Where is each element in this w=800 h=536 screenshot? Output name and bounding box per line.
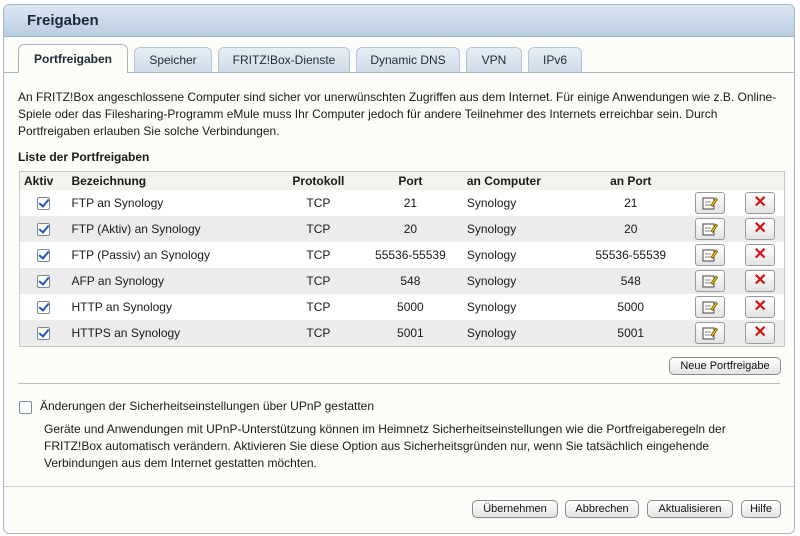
port-forwarding-table: Aktiv Bezeichnung Protokoll Port an Comp… <box>19 171 785 347</box>
page-title: Freigaben <box>27 12 99 29</box>
title-bar: Freigaben <box>4 5 794 37</box>
row-port: 5000 <box>357 294 463 320</box>
row-to-port: 5001 <box>578 320 684 346</box>
row-computer: Synology <box>462 216 579 242</box>
edit-button[interactable] <box>694 296 725 318</box>
tab-dynamic-dns[interactable]: Dynamic DNS <box>356 47 460 72</box>
edit-icon <box>702 223 718 236</box>
delete-icon: ✕ <box>753 298 767 315</box>
upnp-label[interactable]: Änderungen der Sicherheitseinstellungen … <box>40 399 374 413</box>
edit-icon <box>702 197 718 210</box>
intro-text: An FRITZ!Box angeschlossene Computer sin… <box>18 90 777 138</box>
table-row: HTTP an Synology TCP 5000 Synology 5000 … <box>19 294 785 320</box>
row-name: FTP an Synology <box>67 190 279 216</box>
row-name: HTTP an Synology <box>67 294 279 320</box>
edit-button[interactable] <box>694 244 725 266</box>
delete-button[interactable]: ✕ <box>745 296 776 318</box>
delete-button[interactable]: ✕ <box>745 218 776 240</box>
upnp-description: Geräte und Anwendungen mit UPnP-Unterstü… <box>44 422 726 470</box>
row-to-port: 5000 <box>578 294 684 320</box>
col-aktiv: Aktiv <box>19 171 68 190</box>
new-port-forwarding-button[interactable]: Neue Portfreigabe <box>669 357 781 375</box>
table-row: FTP (Passiv) an Synology TCP 55536-55539… <box>19 242 785 268</box>
delete-button[interactable]: ✕ <box>745 192 776 214</box>
row-computer: Synology <box>462 320 579 346</box>
row-to-port: 21 <box>578 190 684 216</box>
tab-fritzbox-dienste[interactable]: FRITZ!Box-Dienste <box>218 47 350 72</box>
tab-ipv6[interactable]: IPv6 <box>528 47 582 72</box>
row-name: FTP (Passiv) an Synology <box>67 242 279 268</box>
tab-speicher[interactable]: Speicher <box>134 47 212 72</box>
col-bezeichnung: Bezeichnung <box>67 171 279 190</box>
col-protokoll: Protokoll <box>278 171 358 190</box>
tab-portfreigaben[interactable]: Portfreigaben <box>18 44 128 73</box>
col-computer: an Computer <box>462 171 579 190</box>
col-an-port: an Port <box>578 171 684 190</box>
table-row: AFP an Synology TCP 548 Synology 548 ✕ <box>19 268 785 294</box>
col-edit <box>683 171 737 190</box>
table-row: FTP an Synology TCP 21 Synology 21 ✕ <box>19 190 785 216</box>
row-active-checkbox[interactable] <box>37 301 51 315</box>
edit-button[interactable] <box>694 192 725 214</box>
col-port: Port <box>357 171 463 190</box>
tab-content: An FRITZ!Box angeschlossene Computer sin… <box>4 73 794 533</box>
row-protocol: TCP <box>278 268 358 294</box>
divider <box>18 383 780 384</box>
row-protocol: TCP <box>278 320 358 346</box>
cancel-button[interactable]: Abbrechen <box>565 500 639 518</box>
edit-icon <box>702 301 718 314</box>
row-to-port: 55536-55539 <box>578 242 684 268</box>
row-name: FTP (Aktiv) an Synology <box>67 216 279 242</box>
delete-icon: ✕ <box>753 272 767 289</box>
edit-button[interactable] <box>694 270 725 292</box>
upnp-checkbox[interactable] <box>19 401 32 414</box>
tab-bar: Portfreigaben Speicher FRITZ!Box-Dienste… <box>18 44 794 73</box>
apply-button[interactable]: Übernehmen <box>472 500 558 518</box>
row-protocol: TCP <box>278 242 358 268</box>
col-delete <box>736 171 785 190</box>
freigaben-panel: Freigaben Portfreigaben Speicher FRITZ!B… <box>3 4 795 534</box>
edit-icon <box>702 327 718 340</box>
delete-icon: ✕ <box>753 323 767 341</box>
row-protocol: TCP <box>278 294 358 320</box>
row-name: AFP an Synology <box>67 268 279 294</box>
row-to-port: 20 <box>578 216 684 242</box>
row-name: HTTPS an Synology <box>67 320 279 346</box>
refresh-button[interactable]: Aktualisieren <box>647 500 733 518</box>
row-active-checkbox[interactable] <box>37 223 51 237</box>
help-button[interactable]: Hilfe <box>741 500 781 518</box>
edit-icon <box>702 275 718 288</box>
delete-icon: ✕ <box>753 220 767 237</box>
row-computer: Synology <box>462 190 579 216</box>
row-port: 21 <box>357 190 463 216</box>
table-row: HTTPS an Synology TCP 5001 Synology 5001… <box>19 320 785 346</box>
row-computer: Synology <box>462 294 579 320</box>
list-title: Liste der Portfreigaben <box>18 150 150 164</box>
tab-vpn[interactable]: VPN <box>466 47 522 72</box>
delete-button[interactable]: ✕ <box>745 244 776 266</box>
edit-icon <box>702 249 718 262</box>
edit-button[interactable] <box>694 321 725 344</box>
delete-icon: ✕ <box>753 246 767 263</box>
row-protocol: TCP <box>278 216 358 242</box>
row-port: 5001 <box>357 320 463 346</box>
row-active-checkbox[interactable] <box>37 326 51 340</box>
footer-divider <box>4 486 794 487</box>
table-header: Aktiv Bezeichnung Protokoll Port an Comp… <box>19 171 785 190</box>
row-to-port: 548 <box>578 268 684 294</box>
row-active-checkbox[interactable] <box>37 249 51 263</box>
row-active-checkbox[interactable] <box>37 275 51 289</box>
row-active-checkbox[interactable] <box>37 197 51 211</box>
delete-button[interactable]: ✕ <box>745 321 776 344</box>
row-port: 55536-55539 <box>357 242 463 268</box>
delete-button[interactable]: ✕ <box>745 270 776 292</box>
table-row: FTP (Aktiv) an Synology TCP 20 Synology … <box>19 216 785 242</box>
row-computer: Synology <box>462 268 579 294</box>
row-computer: Synology <box>462 242 579 268</box>
row-protocol: TCP <box>278 190 358 216</box>
delete-icon: ✕ <box>753 194 767 211</box>
row-port: 548 <box>357 268 463 294</box>
edit-button[interactable] <box>694 218 725 240</box>
row-port: 20 <box>357 216 463 242</box>
